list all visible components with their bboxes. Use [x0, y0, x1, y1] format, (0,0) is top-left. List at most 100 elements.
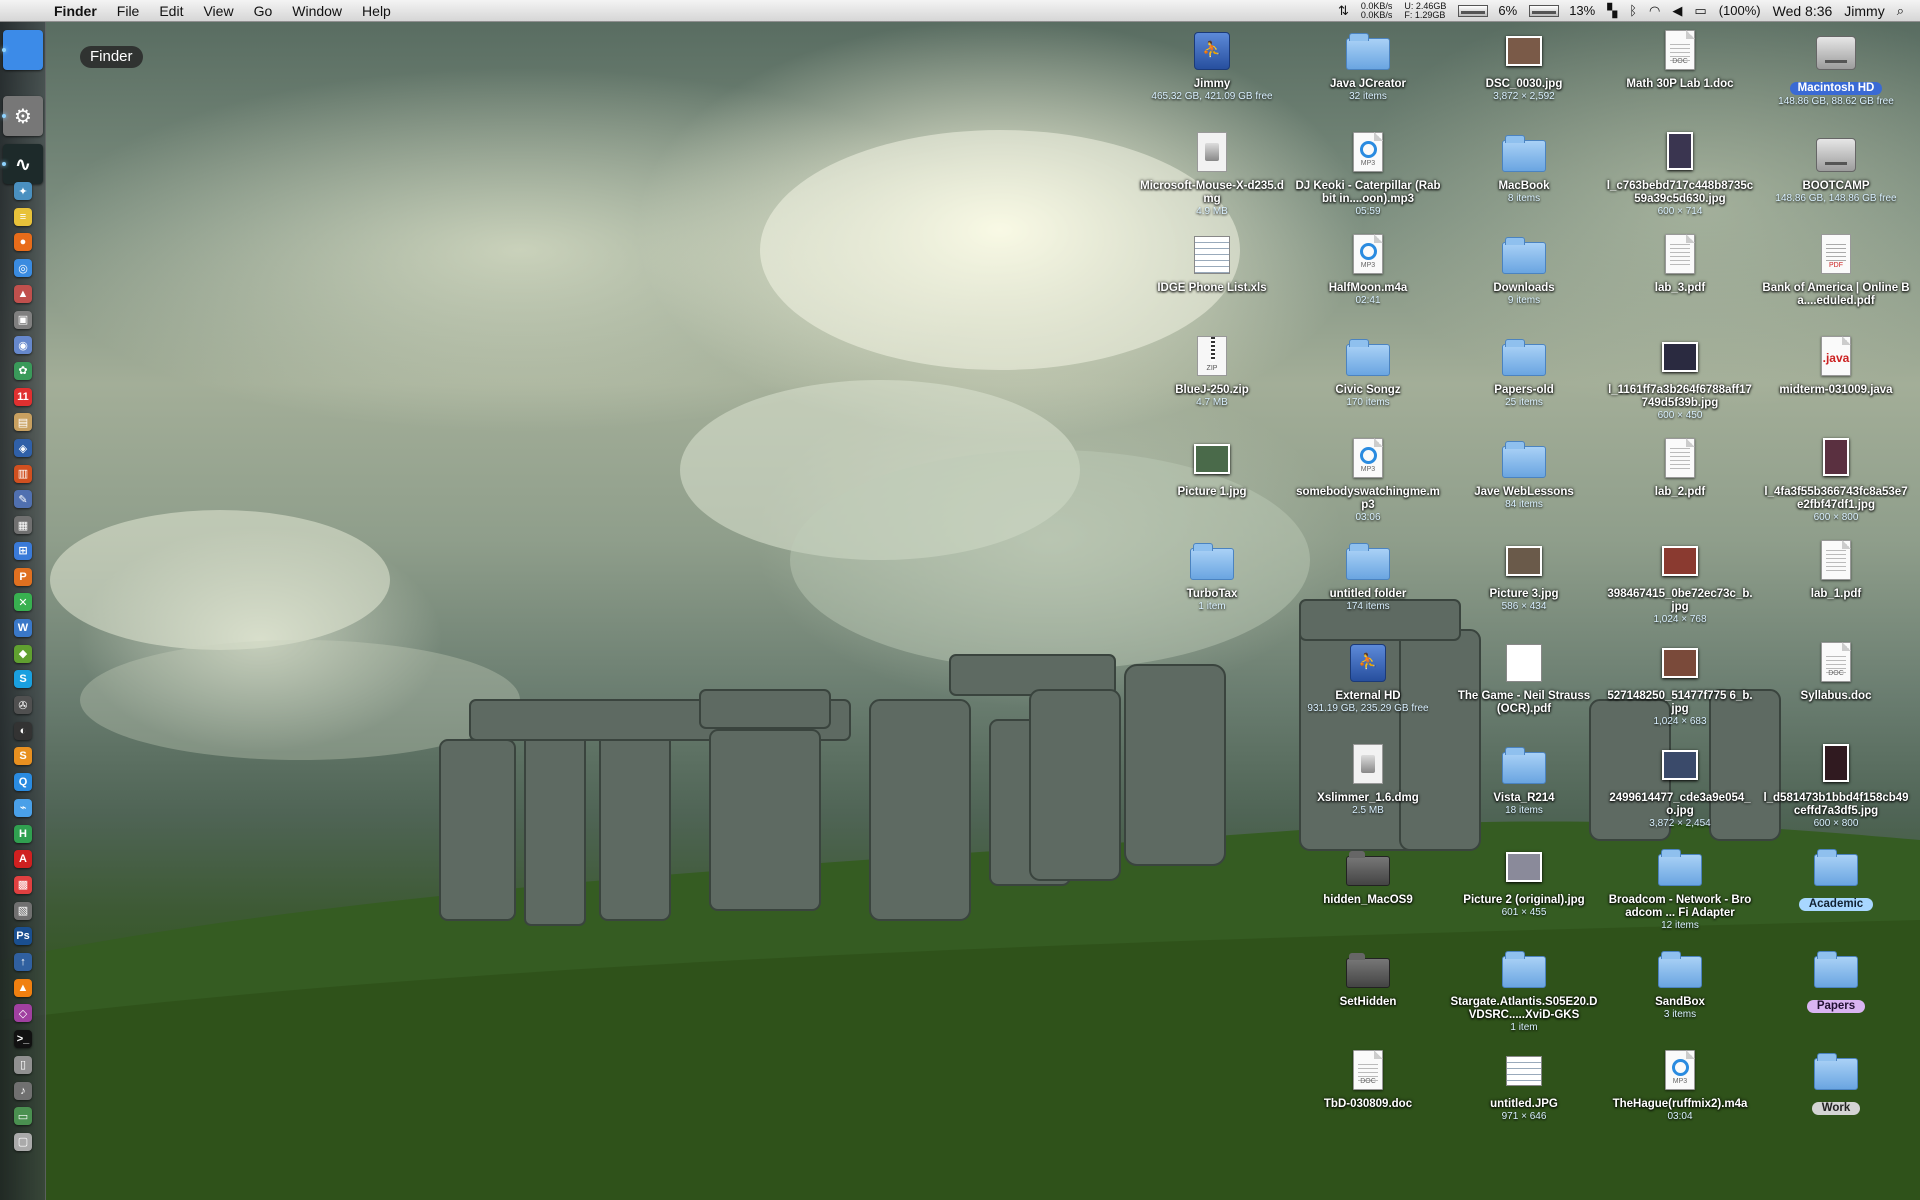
desktop-icon[interactable]: MacBook 8 items	[1446, 130, 1602, 205]
dock-item-3[interactable]: ✦	[0, 180, 46, 202]
desktop-icon[interactable]: untitled folder 174 items	[1290, 538, 1446, 613]
desktop-icon[interactable]: Academic	[1758, 844, 1914, 912]
desktop-icon[interactable]: Macintosh HD 148.86 GB, 88.62 GB free	[1758, 28, 1914, 108]
menu-file[interactable]: File	[107, 0, 150, 22]
desktop-icon[interactable]: Stargate.Atlantis.S05E20.DVDSRC.....XviD…	[1446, 946, 1602, 1034]
dock-item-27[interactable]: ⌁	[0, 797, 46, 819]
dock-item-33[interactable]: ↑	[0, 951, 46, 973]
dock-item-31[interactable]: ▧	[0, 900, 46, 922]
desktop-icon[interactable]: DSC_0030.jpg 3,872 × 2,592	[1446, 28, 1602, 103]
desktop-icon[interactable]: untitled.JPG 971 × 646	[1446, 1048, 1602, 1123]
desktop-icon[interactable]: Xslimmer_1.6.dmg 2.5 MB	[1290, 742, 1446, 817]
desktop-icon[interactable]: ⛹ Jimmy 465.32 GB, 421.09 GB free	[1134, 28, 1290, 103]
dock-item-4[interactable]: ≡	[0, 206, 46, 228]
desktop-icon[interactable]: Papers	[1758, 946, 1914, 1014]
dock-item-29[interactable]: A	[0, 848, 46, 870]
desktop-icon[interactable]: Picture 2 (original).jpg 601 × 455	[1446, 844, 1602, 919]
dock-item-40[interactable]: ▢	[0, 1131, 46, 1153]
dock-item-11[interactable]: 11	[0, 386, 46, 408]
dock-item-13[interactable]: ◈	[0, 437, 46, 459]
dock-item-26[interactable]: Q	[0, 771, 46, 793]
desktop-icon[interactable]: Vista_R214 18 items	[1446, 742, 1602, 817]
dock-item-17[interactable]: ⊞	[0, 540, 46, 562]
menu-finder[interactable]: Finder	[44, 0, 107, 22]
dock-item-22[interactable]: S	[0, 668, 46, 690]
dock-item-37[interactable]: ▯	[0, 1054, 46, 1076]
desktop-icon[interactable]: Civic Songz 170 items	[1290, 334, 1446, 409]
desktop-icon[interactable]: .java midterm-031009.java	[1758, 334, 1914, 397]
desktop-icon[interactable]: Work	[1758, 1048, 1914, 1116]
desktop-icon[interactable]: DOC TbD-030809.doc	[1290, 1048, 1446, 1111]
dock-item-24[interactable]: ◐	[0, 720, 46, 742]
dock-item-7[interactable]: ▲	[0, 283, 46, 305]
desktop-icon[interactable]: hidden_MacOS9	[1290, 844, 1446, 907]
desktop-icon[interactable]: MP3 TheHague(ruffmix2).m4a 03:04	[1602, 1048, 1758, 1123]
desktop-icon[interactable]: PDF Bank of America | Online Ba....eduled…	[1758, 232, 1914, 308]
desktop-icon[interactable]: Broadcom - Network - Broadcom ... Fi Ada…	[1602, 844, 1758, 932]
desktop-icon[interactable]: MP3 somebodyswatchingme.mp3 03:06	[1290, 436, 1446, 524]
desktop-icon[interactable]: TurboTax 1 item	[1134, 538, 1290, 613]
menu-edit[interactable]: Edit	[149, 0, 193, 22]
desktop-icon[interactable]: ⛹ External HD 931.19 GB, 235.29 GB free	[1290, 640, 1446, 715]
desktop-icon[interactable]: l_4fa3f55b366743fc8a53e7e2fbf47df1.jpg 60…	[1758, 436, 1914, 524]
dock-item-35[interactable]: ◇	[0, 1002, 46, 1024]
cpu-graph-icon-2[interactable]	[1529, 4, 1560, 17]
network-meter[interactable]: 0.0KB/s 0.0KB/s	[1355, 1, 1399, 20]
desktop-icon[interactable]: ZIP BlueJ-250.zip 4.7 MB	[1134, 334, 1290, 409]
desktop-icon[interactable]: lab_2.pdf	[1602, 436, 1758, 499]
desktop-icon[interactable]: 527148250_51477f775 6_b.jpg 1,024 × 683	[1602, 640, 1758, 728]
desktop-icon[interactable]: BOOTCAMP 148.86 GB, 148.86 GB free	[1758, 130, 1914, 205]
menu-help[interactable]: Help	[352, 0, 401, 22]
dock-item-30[interactable]: ▩	[0, 874, 46, 896]
dock-item-19[interactable]: ✕	[0, 591, 46, 613]
desktop-icon[interactable]: MP3 DJ Keoki - Caterpillar (Rabbit in....…	[1290, 130, 1446, 218]
dock-item-20[interactable]: W	[0, 617, 46, 639]
desktop-icon[interactable]: The Game - Neil Strauss (OCR).pdf	[1446, 640, 1602, 716]
desktop-icon[interactable]: DOC Syllabus.doc	[1758, 640, 1914, 703]
desktop-icon[interactable]: Picture 3.jpg 586 × 434	[1446, 538, 1602, 613]
dock-item-12[interactable]: ▤	[0, 411, 46, 433]
dock-item-21[interactable]: ◆	[0, 643, 46, 665]
desktop-icon[interactable]: lab_1.pdf	[1758, 538, 1914, 601]
volume-icon[interactable]: ◀	[1666, 0, 1688, 22]
dock-item-16[interactable]: ▦	[0, 514, 46, 536]
dock-item-15[interactable]: ✎	[0, 488, 46, 510]
dock-item-6[interactable]: ◎	[0, 257, 46, 279]
dock-item-39[interactable]: ▭	[0, 1105, 46, 1127]
dock-item-38[interactable]: ♪	[0, 1080, 46, 1102]
dock-item-1[interactable]: ⚙	[0, 94, 46, 138]
spotlight-search-icon[interactable]: ⌕	[1891, 0, 1910, 22]
dock-item-25[interactable]: S	[0, 745, 46, 767]
desktop-icon[interactable]: IDGE Phone List.xls	[1134, 232, 1290, 295]
clock[interactable]: Wed 8:36	[1767, 0, 1839, 22]
user-menu[interactable]: Jimmy	[1838, 0, 1890, 22]
desktop-icon[interactable]: 2499614477_cde3a9e054_o.jpg 3,872 × 2,454	[1602, 742, 1758, 830]
dock-item-8[interactable]: ▣	[0, 309, 46, 331]
desktop-icon[interactable]: Java JCreator 32 items	[1290, 28, 1446, 103]
dock-item-34[interactable]: ▲	[0, 977, 46, 999]
desktop-icon[interactable]: SandBox 3 items	[1602, 946, 1758, 1021]
desktop-icon[interactable]: l_d581473b1bbd4f158cb49ceffd7a3df5.jpg 60…	[1758, 742, 1914, 830]
menu-go[interactable]: Go	[244, 0, 283, 22]
desktop-icon[interactable]: DOC Math 30P Lab 1.doc	[1602, 28, 1758, 91]
dock-item-5[interactable]: ●	[0, 231, 46, 253]
menu-view[interactable]: View	[193, 0, 243, 22]
desktop-icon[interactable]: Papers-old 25 items	[1446, 334, 1602, 409]
dock-item-23[interactable]: ✇	[0, 694, 46, 716]
dock-item-32[interactable]: Ps	[0, 925, 46, 947]
eject-icon[interactable]: ⇅	[1332, 0, 1355, 22]
spaces-icon[interactable]: ▚	[1601, 0, 1623, 22]
dock-item-14[interactable]: ▥	[0, 463, 46, 485]
desktop-icon[interactable]: l_1161ff7a3b264f6788aff17749d5f39b.jpg 60…	[1602, 334, 1758, 422]
memory-meter[interactable]: U: 2.46GB F: 1.29GB	[1398, 1, 1452, 20]
desktop-icon[interactable]: SetHidden	[1290, 946, 1446, 1009]
battery-icon[interactable]: ▭	[1688, 0, 1712, 22]
dock-item-18[interactable]: P	[0, 566, 46, 588]
desktop-icon[interactable]: Microsoft-Mouse-X-d235.dmg 4.9 MB	[1134, 130, 1290, 218]
desktop-icon[interactable]: l_c763bebd717c448b8735c59a39c5d630.jpg 60…	[1602, 130, 1758, 218]
desktop-icon[interactable]: lab_3.pdf	[1602, 232, 1758, 295]
desktop-icon[interactable]: Jave WebLessons 84 items	[1446, 436, 1602, 511]
desktop-icon[interactable]: Downloads 9 items	[1446, 232, 1602, 307]
desktop-icon[interactable]: 398467415_0be72ec73c_b.jpg 1,024 × 768	[1602, 538, 1758, 626]
cpu-graph-icon[interactable]	[1458, 4, 1489, 17]
